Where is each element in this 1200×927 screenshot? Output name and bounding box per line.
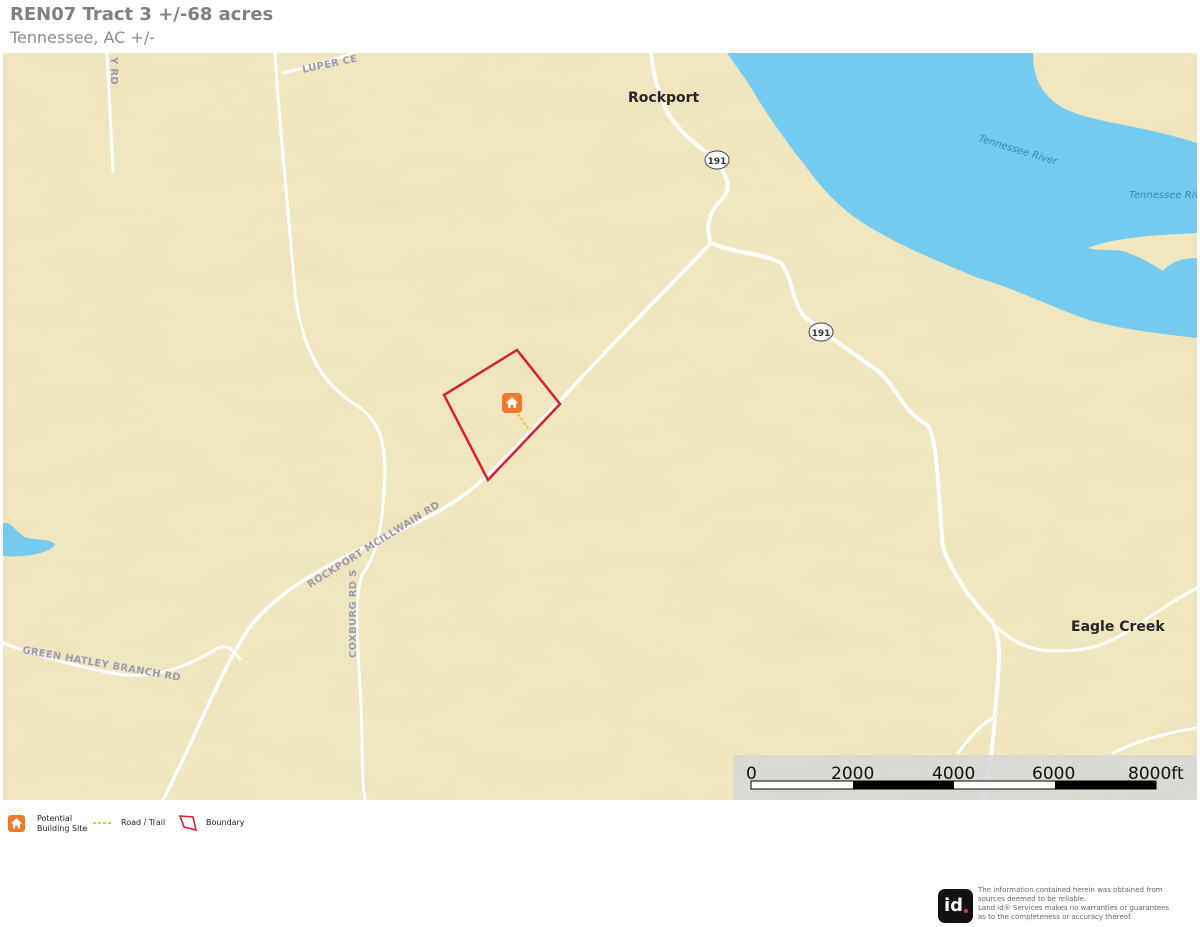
shield-label: 191 <box>708 157 727 167</box>
boundary-icon <box>178 815 198 832</box>
map-canvas[interactable]: 191 191 Rockport Eagle Creek Tennessee R… <box>3 53 1197 800</box>
logo-text: id <box>944 895 964 916</box>
road-label-top-left: Y RD <box>108 56 119 85</box>
landid-logo: id <box>938 889 973 923</box>
map-subtitle: Tennessee, AC +/- <box>10 28 156 47</box>
legend-label: Road / Trail <box>121 818 166 827</box>
dashed-line-icon <box>93 822 113 824</box>
footer-disclaimer: id The information contained herein was … <box>938 886 1198 926</box>
water-label-river-east: Tennessee Riv <box>1129 190 1197 201</box>
map-header: REN07 Tract 3 +/-68 acres Tennessee, AC … <box>10 4 273 49</box>
map-legend: Potential Building Site Road / Trail Bou… <box>8 814 408 838</box>
map-title: REN07 Tract 3 +/-68 acres <box>10 4 274 25</box>
legend-label: Potential Building Site <box>37 814 88 833</box>
disclaimer-text: The information contained herein was obt… <box>978 886 1170 921</box>
shield-label: 191 <box>812 329 831 339</box>
road-label-coxburg: COXBURG RD S <box>348 569 359 658</box>
place-label-rockport: Rockport <box>628 90 700 106</box>
legend-road-trail: Road / Trail <box>93 818 165 828</box>
map-view[interactable]: 191 191 Rockport Eagle Creek Tennessee R… <box>3 53 1197 800</box>
legend-boundary: Boundary <box>178 814 245 832</box>
place-label-eagle-creek: Eagle Creek <box>1071 619 1165 635</box>
highway-shield-north: 191 <box>704 150 730 170</box>
highway-shield-south: 191 <box>808 322 834 342</box>
legend-building-site: Potential Building Site <box>8 814 87 834</box>
scale-bar: 0 2000 4000 6000 8000ft <box>733 755 1197 800</box>
building-site-marker[interactable] <box>502 393 522 413</box>
home-icon <box>8 815 25 832</box>
legend-label: Boundary <box>206 818 245 827</box>
